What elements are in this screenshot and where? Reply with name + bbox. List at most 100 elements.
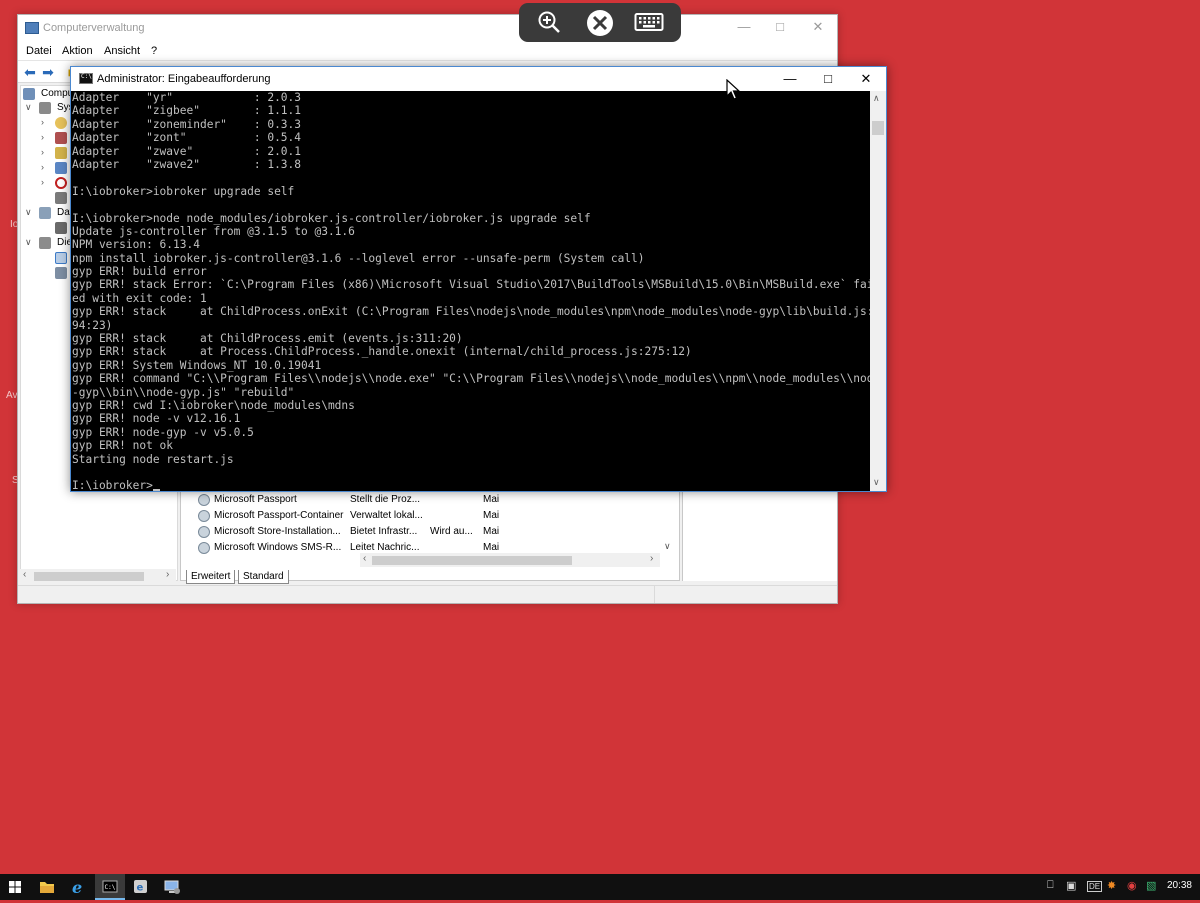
svg-text:C:\: C:\ [105,884,116,891]
chevron-right-icon[interactable]: › [41,177,44,187]
scrollbar-thumb[interactable] [372,556,572,565]
scroll-right-icon[interactable]: › [650,553,653,564]
status-segment [654,586,655,603]
wmi-control-icon [55,267,67,279]
menu-aktion[interactable]: Aktion [62,45,93,57]
scroll-left-icon[interactable]: ‹ [23,569,26,580]
service-row[interactable]: Microsoft Passport-Container Verwaltet l… [198,508,508,524]
menu-ansicht[interactable]: Ansicht [104,45,140,57]
event-viewer-icon [55,132,67,144]
gear-icon [198,494,210,506]
console-line: Adapter "yr" : 2.0.3 [72,91,302,104]
network-icon[interactable]: ▣ [1066,879,1076,892]
chevron-down-icon[interactable]: ∨ [25,237,32,248]
mmc-titlebar[interactable]: Computerverwaltung — □ ✕ [18,15,837,43]
back-arrow-icon[interactable]: ⬅ [21,64,39,80]
mmc-maximize-button[interactable]: □ [760,19,800,34]
service-name: Microsoft Passport-Container [214,510,344,521]
avast-icon[interactable]: ✸ [1107,879,1116,892]
gear-icon [198,542,210,554]
chevron-right-icon[interactable]: › [41,132,44,142]
console-line: Update js-controller from @3.1.5 to @3.1… [72,224,355,238]
chevron-right-icon[interactable]: › [41,162,44,172]
console-line: gyp ERR! stack at Process.ChildProcess._… [72,345,692,359]
system-tools-icon [39,102,51,114]
mmc-menubar: Datei Aktion Ansicht ? [18,43,837,61]
zoom-in-icon[interactable] [535,9,563,37]
internet-explorer-icon[interactable]: e [63,874,93,900]
menu-datei[interactable]: Datei [26,45,52,57]
console-line: Adapter "zigbee" : 1.1.1 [72,104,302,118]
gear-icon [198,510,210,522]
menu-help[interactable]: ? [151,45,157,57]
forward-arrow-icon[interactable]: ➡ [39,64,57,80]
svg-text:e: e [72,878,82,897]
service-startup: Mai [483,510,500,521]
console-prompt-line[interactable]: I:\iobroker> [72,479,871,491]
file-explorer-icon[interactable] [32,874,62,900]
cmd-minimize-button[interactable]: — [771,69,809,89]
tab-standard[interactable]: Standard [238,570,289,584]
chevron-down-icon[interactable]: ∨ [25,207,32,218]
users-icon [55,162,67,174]
console-output[interactable]: Adapter "yr" : 2.0.3 Adapter "zigbee" : 1… [72,91,871,491]
usb-icon[interactable]: ⎕ [1047,879,1054,892]
console-line: gyp ERR! stack Error: `C:\Program Files … [72,278,871,292]
svg-text:e: e [137,883,144,894]
clock-icon [55,117,67,129]
scroll-up-icon[interactable]: ∧ [873,93,880,104]
command-prompt-window[interactable]: Administrator: Eingabeaufforderung — □ ✕… [70,66,887,492]
console-line: gyp ERR! command "C:\\Program Files\\nod… [72,372,871,386]
remote-desktop-icon[interactable] [585,9,615,37]
service-description: Leitet Nachric... [350,542,420,553]
service-description: Bietet Infrastr... [350,526,418,537]
scroll-left-icon[interactable]: ‹ [363,553,366,564]
mmc-close-button[interactable]: ✕ [798,19,838,35]
services-icon [55,252,67,264]
console-line: Adapter "zwave" : 2.0.1 [72,144,302,158]
service-description: Stellt die Proz... [350,494,421,505]
console-line: Adapter "zwave2" : 1.3.8 [72,157,302,171]
chevron-down-icon[interactable]: ∨ [25,102,32,113]
scrollbar-thumb[interactable] [872,121,884,135]
service-startup: Mai [483,494,500,505]
chevron-right-icon[interactable]: › [41,147,44,157]
console-line: -gyp\\bin\\node-gyp.js" "rebuild" [72,385,295,399]
console-line: npm install iobroker.js-controller@3.1.6… [72,251,645,265]
mmc-statusbar [18,585,837,603]
start-icon[interactable] [0,874,30,900]
chevron-right-icon[interactable]: › [41,117,44,127]
cmd-close-button[interactable]: ✕ [847,69,885,89]
language-icon[interactable]: DE [1087,881,1103,892]
console-line: gyp ERR! stack at ChildProcess.emit (eve… [72,332,463,346]
cmd-maximize-button[interactable]: □ [809,69,847,89]
chevron-down-icon[interactable]: ∨ [664,541,671,552]
app-update-icon[interactable]: ▧ [1146,879,1156,892]
text-cursor [152,489,160,491]
tab-erweitert[interactable]: Erweitert [186,570,236,584]
cmd-title: Administrator: Eingabeaufforderung [97,73,271,85]
service-row[interactable]: Microsoft Store-Installation... Bietet I… [198,524,508,540]
security-shield-icon[interactable]: ◉ [1127,879,1137,892]
service-startup: Mai [483,526,500,537]
services-horizontal-scrollbar[interactable]: ‹ › [360,553,660,567]
scroll-right-icon[interactable]: › [166,569,169,580]
service-row[interactable]: Microsoft Passport Stellt die Proz... Ma… [198,492,508,508]
tree-horizontal-scrollbar[interactable]: ‹ › [20,569,176,583]
computer-management-taskbar-icon[interactable] [157,874,187,900]
clock[interactable]: 20:38 [1167,880,1192,891]
console-line: gyp ERR! not ok [72,439,174,453]
service-status: Wird au... [430,526,473,537]
console-vertical-scrollbar[interactable]: ∧ ∨ [870,91,886,491]
scrollbar-thumb[interactable] [34,572,144,581]
task-app-icon[interactable]: e [126,874,156,900]
mmc-minimize-button[interactable]: — [724,19,764,34]
keyboard-icon[interactable] [633,9,665,37]
scroll-down-icon[interactable]: ∨ [873,477,880,488]
console-line: 94:23) [72,318,113,332]
cmd-titlebar[interactable]: Administrator: Eingabeaufforderung — □ ✕ [71,67,886,91]
command-prompt-taskbar-icon[interactable]: C:\ [95,874,125,900]
